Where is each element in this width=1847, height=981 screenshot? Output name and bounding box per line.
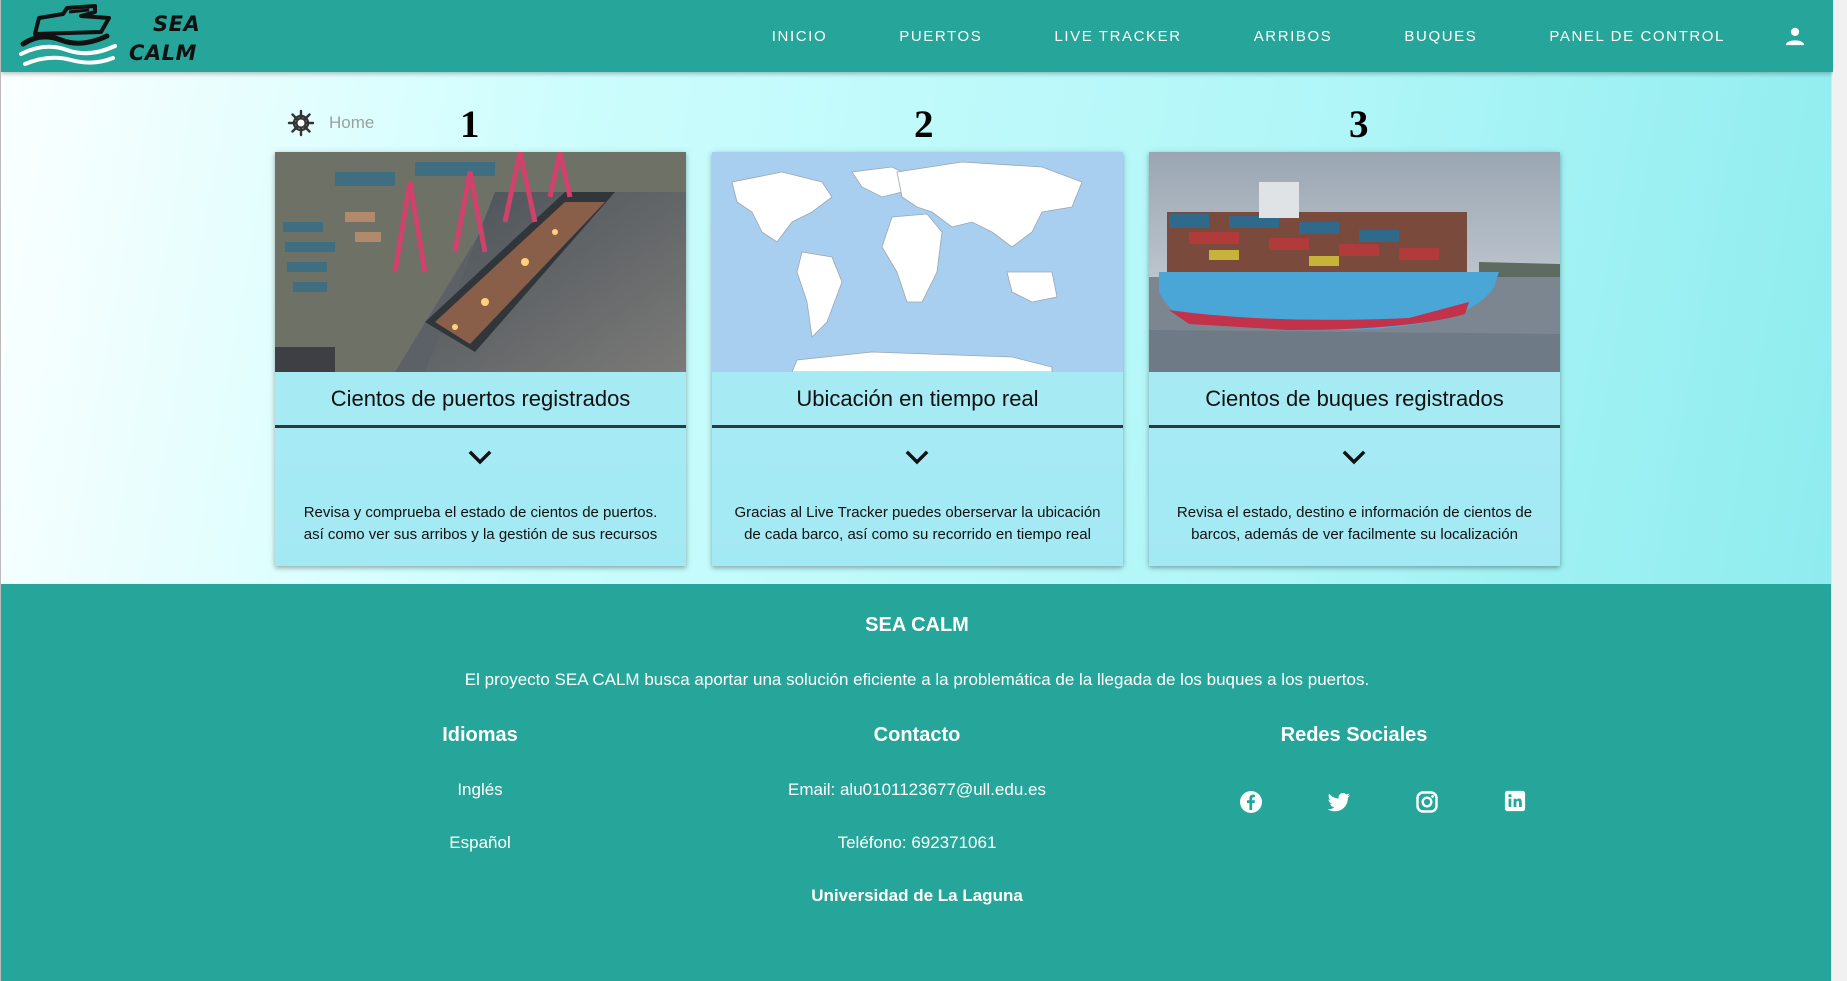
nav-inicio[interactable]: INICIO	[772, 28, 827, 45]
contact-phone: Teléfono: 692371061	[837, 833, 997, 852]
card-title: Ubicación en tiempo real	[796, 385, 1039, 411]
card-title: Cientos de buques registrados	[1205, 385, 1504, 411]
footer-description: El proyecto SEA CALM busca aportar una s…	[464, 670, 1370, 689]
contact-email: Email: alu0101123677@ull.edu.es	[788, 780, 1046, 799]
language-english[interactable]: Inglés	[300, 780, 660, 800]
linkedin-icon[interactable]	[1471, 790, 1559, 814]
sea-calm-logo[interactable]: SEA CALM	[19, 4, 200, 68]
ship-logo-icon	[19, 4, 117, 66]
port-cranes-image	[275, 152, 686, 372]
breadcrumb: Home	[287, 109, 374, 137]
card-description: Gracias al Live Tracker puedes oberserva…	[734, 504, 1101, 543]
card-title-row: Ubicación en tiempo real	[712, 372, 1123, 428]
brand-line-2: CALM	[129, 41, 197, 65]
facebook-icon[interactable]	[1207, 790, 1295, 814]
main-content: Home 1 2 3 Cientos de puertos registrado…	[1, 72, 1833, 584]
card-number: 1	[460, 103, 480, 146]
card-description: Revisa el estado, destino e información …	[1176, 504, 1533, 543]
person-icon[interactable]	[1775, 16, 1815, 56]
card-description: Revisa y comprueba el estado de cientos …	[303, 504, 658, 543]
card-title: Cientos de puertos registrados	[330, 385, 631, 411]
nav-panel-de-control[interactable]: PANEL DE CONTROL	[1549, 28, 1725, 45]
footer: SEA CALM El proyecto SEA CALM busca apor…	[1, 584, 1833, 981]
card-title-row: Cientos de buques registrados	[1149, 372, 1560, 428]
social-heading: Redes Sociales	[1280, 724, 1428, 746]
brand-name: SEA CALM	[129, 10, 200, 68]
languages-heading: Idiomas	[442, 724, 518, 746]
language-spanish[interactable]: Español	[300, 833, 660, 853]
nav-buques[interactable]: BUQUES	[1404, 28, 1477, 45]
chevron-down-icon[interactable]	[1334, 450, 1374, 474]
nav-arribos[interactable]: ARRIBOS	[1254, 28, 1333, 45]
card-tracker: Ubicación en tiempo real Gracias al Live…	[712, 152, 1123, 566]
card-ports: Cientos de puertos registrados Revisa y …	[275, 152, 686, 566]
world-map-image	[712, 152, 1123, 372]
nav-puertos[interactable]: PUERTOS	[899, 28, 982, 45]
brand-line-1: SEA	[153, 12, 201, 36]
card-ships: Cientos de buques registrados Revisa el …	[1149, 152, 1560, 566]
card-number: 2	[914, 103, 934, 146]
social-links	[1207, 790, 1559, 814]
navbar: SEA CALM INICIO PUERTOS LIVE TRACKER ARR…	[1, 0, 1833, 72]
university-name: Universidad de La Laguna	[811, 886, 1023, 905]
chevron-down-icon[interactable]	[897, 450, 937, 474]
breadcrumb-home[interactable]: Home	[329, 113, 374, 133]
chevron-down-icon[interactable]	[460, 450, 500, 474]
card-number: 3	[1349, 103, 1369, 146]
twitter-icon[interactable]	[1295, 790, 1383, 814]
scrollbar[interactable]	[1831, 0, 1847, 981]
nav-live-tracker[interactable]: LIVE TRACKER	[1054, 28, 1181, 45]
footer-title: SEA CALM	[865, 614, 969, 636]
instagram-icon[interactable]	[1383, 790, 1471, 814]
page: SEA CALM INICIO PUERTOS LIVE TRACKER ARR…	[0, 0, 1833, 981]
ship-wheel-icon	[287, 109, 315, 137]
contact-heading: Contacto	[873, 724, 961, 746]
card-title-row: Cientos de puertos registrados	[275, 372, 686, 428]
container-ship-image	[1149, 152, 1560, 372]
nav-menu: INICIO PUERTOS LIVE TRACKER ARRIBOS BUQU…	[772, 0, 1833, 72]
